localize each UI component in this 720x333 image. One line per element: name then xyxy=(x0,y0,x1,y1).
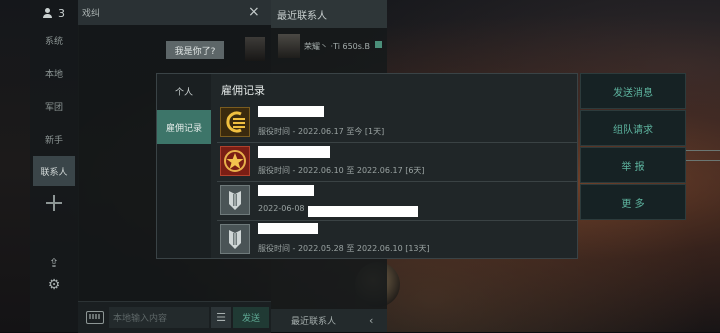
keyboard-icon[interactable] xyxy=(86,311,104,324)
list-item[interactable]: 2022-06-08 xyxy=(217,182,577,221)
tab-employment-history[interactable]: 雇佣记录 xyxy=(157,110,211,144)
chat-title: 戏纠 xyxy=(82,9,101,19)
list-item[interactable]: 服役时间 - 2022.06.17 至今 [1天] xyxy=(217,104,577,143)
grey-shield-corp-icon xyxy=(220,185,250,215)
tab-personal[interactable]: 个人 xyxy=(157,74,211,108)
chat-message: 我是你了? xyxy=(166,41,224,59)
recent-contacts-footer-label: 最近联系人 xyxy=(291,317,337,327)
yellow-corp-icon xyxy=(220,107,250,137)
contact-avatar[interactable] xyxy=(278,34,300,58)
redacted-name xyxy=(258,146,330,158)
sidebar-item-local[interactable]: 本地 xyxy=(33,58,75,88)
online-count: 3 xyxy=(30,0,78,26)
record-detail: 服役时间 - 2022.06.17 至今 [1天] xyxy=(258,127,385,136)
team-request-button[interactable]: 组队请求 xyxy=(580,110,686,146)
online-status-icon xyxy=(375,41,382,48)
record-detail: 服役时间 - 2022.06.10 至 2022.06.17 [6天] xyxy=(258,166,425,175)
chat-header: 戏纠 × xyxy=(78,0,271,25)
record-detail: 2022-06-08 xyxy=(258,204,305,213)
recent-contacts-title: 最近联系人 xyxy=(271,0,387,28)
modal-title: 雇佣记录 xyxy=(221,84,265,97)
upload-icon[interactable]: ⇪ xyxy=(48,257,60,269)
send-button[interactable]: 发送 xyxy=(233,307,269,328)
red-star-corp-icon xyxy=(220,146,250,176)
user-icon xyxy=(43,8,52,18)
chevron-left-icon[interactable]: ‹ xyxy=(369,309,373,332)
chat-input-bar: 本地输入内容 ☰ 发送 xyxy=(78,301,271,333)
redacted-name xyxy=(258,223,318,234)
sidebar-item-contacts[interactable]: 联系人 xyxy=(33,156,75,186)
more-button[interactable]: 更 多 xyxy=(580,184,686,220)
gear-icon[interactable]: ⚙ xyxy=(47,278,61,292)
add-channel-icon[interactable] xyxy=(46,195,62,211)
grey-shield-corp-icon xyxy=(220,224,250,254)
list-item[interactable]: 服役时间 - 2022.05.28 至 2022.06.10 [13天] xyxy=(217,221,577,258)
record-detail: 服役时间 - 2022.05.28 至 2022.06.10 [13天] xyxy=(258,244,430,253)
close-icon[interactable]: × xyxy=(248,4,260,20)
send-message-button[interactable]: 发送消息 xyxy=(580,73,686,109)
profile-modal: 个人 雇佣记录 雇佣记录 服役时间 - 2022.06.17 至今 [1天] 服… xyxy=(156,73,578,259)
menu-icon[interactable]: ☰ xyxy=(211,307,231,328)
report-button[interactable]: 举 报 xyxy=(580,147,686,183)
chat-input[interactable]: 本地输入内容 xyxy=(109,307,209,328)
profile-tabs: 个人 雇佣记录 xyxy=(157,74,211,258)
redacted-name xyxy=(258,106,324,117)
avatar[interactable] xyxy=(245,37,265,61)
redacted-detail xyxy=(308,206,418,217)
online-count-value: 3 xyxy=(58,6,65,20)
list-item[interactable]: 服役时间 - 2022.06.10 至 2022.06.17 [6天] xyxy=(217,143,577,182)
employment-list: 服役时间 - 2022.06.17 至今 [1天] 服役时间 - 2022.06… xyxy=(217,104,577,258)
redacted-name xyxy=(258,185,314,196)
sidebar-item-newbie[interactable]: 新手 xyxy=(33,124,75,154)
sidebar-item-system[interactable]: 系统 xyxy=(33,25,75,55)
sidebar-item-corp[interactable]: 军团 xyxy=(33,91,75,121)
channel-sidebar: 3 系统 本地 军团 新手 联系人 ⇪ ⚙ xyxy=(30,0,79,332)
recent-contacts-footer[interactable]: 最近联系人 ‹ xyxy=(271,309,387,332)
contact-name[interactable]: 荣耀丶 ·Ti 650s.B xyxy=(304,41,370,52)
